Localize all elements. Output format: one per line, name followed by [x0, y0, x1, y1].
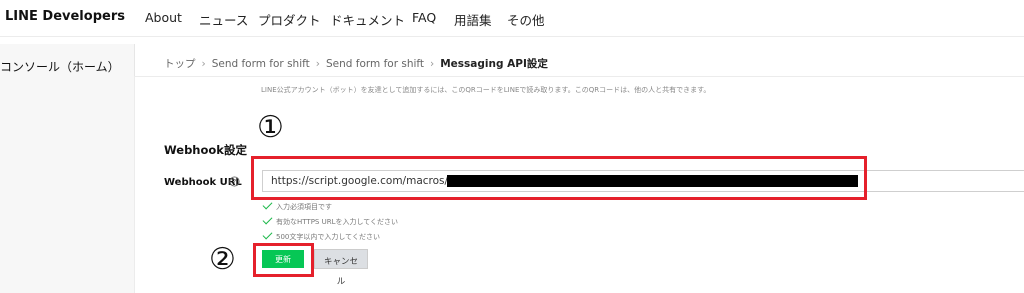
svg-text:?: ?: [233, 178, 237, 186]
nav-more[interactable]: その他: [507, 10, 545, 29]
check-icon: [262, 229, 273, 240]
check-icon: [262, 214, 273, 225]
sidebar: コンソール（ホーム）: [0, 44, 135, 293]
validation-message: 500文字以内で入力してください: [262, 229, 380, 242]
nav-news[interactable]: ニュース: [199, 10, 248, 29]
nav-documents[interactable]: ドキュメント: [330, 10, 405, 29]
chevron-right-icon: ›: [315, 58, 320, 70]
breadcrumb-provider[interactable]: Send form for shift: [212, 58, 310, 70]
nav-products[interactable]: プロダクト: [258, 10, 321, 29]
divider: [134, 77, 135, 293]
chevron-right-icon: ›: [201, 58, 206, 70]
highlight-frame-url: [251, 156, 867, 200]
cancel-button[interactable]: キャンセル: [314, 249, 368, 286]
annotation-step-1: ①: [257, 110, 284, 145]
validation-message: 入力必須項目です: [262, 199, 332, 212]
nav-about[interactable]: About: [145, 10, 182, 25]
nav-faq[interactable]: FAQ: [412, 10, 436, 25]
qr-description: LINE公式アカウント（ボット）を友達として追加するには、このQRコードをLIN…: [261, 86, 711, 94]
highlight-frame-update: [253, 243, 314, 277]
section-title: Webhook設定: [164, 143, 247, 157]
breadcrumb: トップ › Send form for shift › Send form for sh…: [164, 56, 548, 71]
breadcrumb-top[interactable]: トップ: [164, 56, 196, 71]
sidebar-item-console-home[interactable]: コンソール（ホーム）: [0, 58, 120, 75]
nav-glossary[interactable]: 用語集: [454, 10, 492, 29]
breadcrumb-current: Messaging API設定: [440, 58, 548, 70]
chevron-right-icon: ›: [430, 58, 435, 70]
divider: [134, 76, 1024, 77]
top-navigation: LINE Developers About ニュース プロダクト ドキュメント …: [0, 0, 1024, 37]
question-circle-icon[interactable]: ?: [229, 176, 240, 187]
check-icon: [262, 199, 273, 210]
line-developers-logo[interactable]: LINE Developers: [5, 9, 125, 24]
annotation-step-2: ②: [209, 242, 236, 277]
validation-message: 有効なHTTPS URLを入力してください: [262, 214, 398, 227]
breadcrumb-channel[interactable]: Send form for shift: [326, 58, 424, 70]
